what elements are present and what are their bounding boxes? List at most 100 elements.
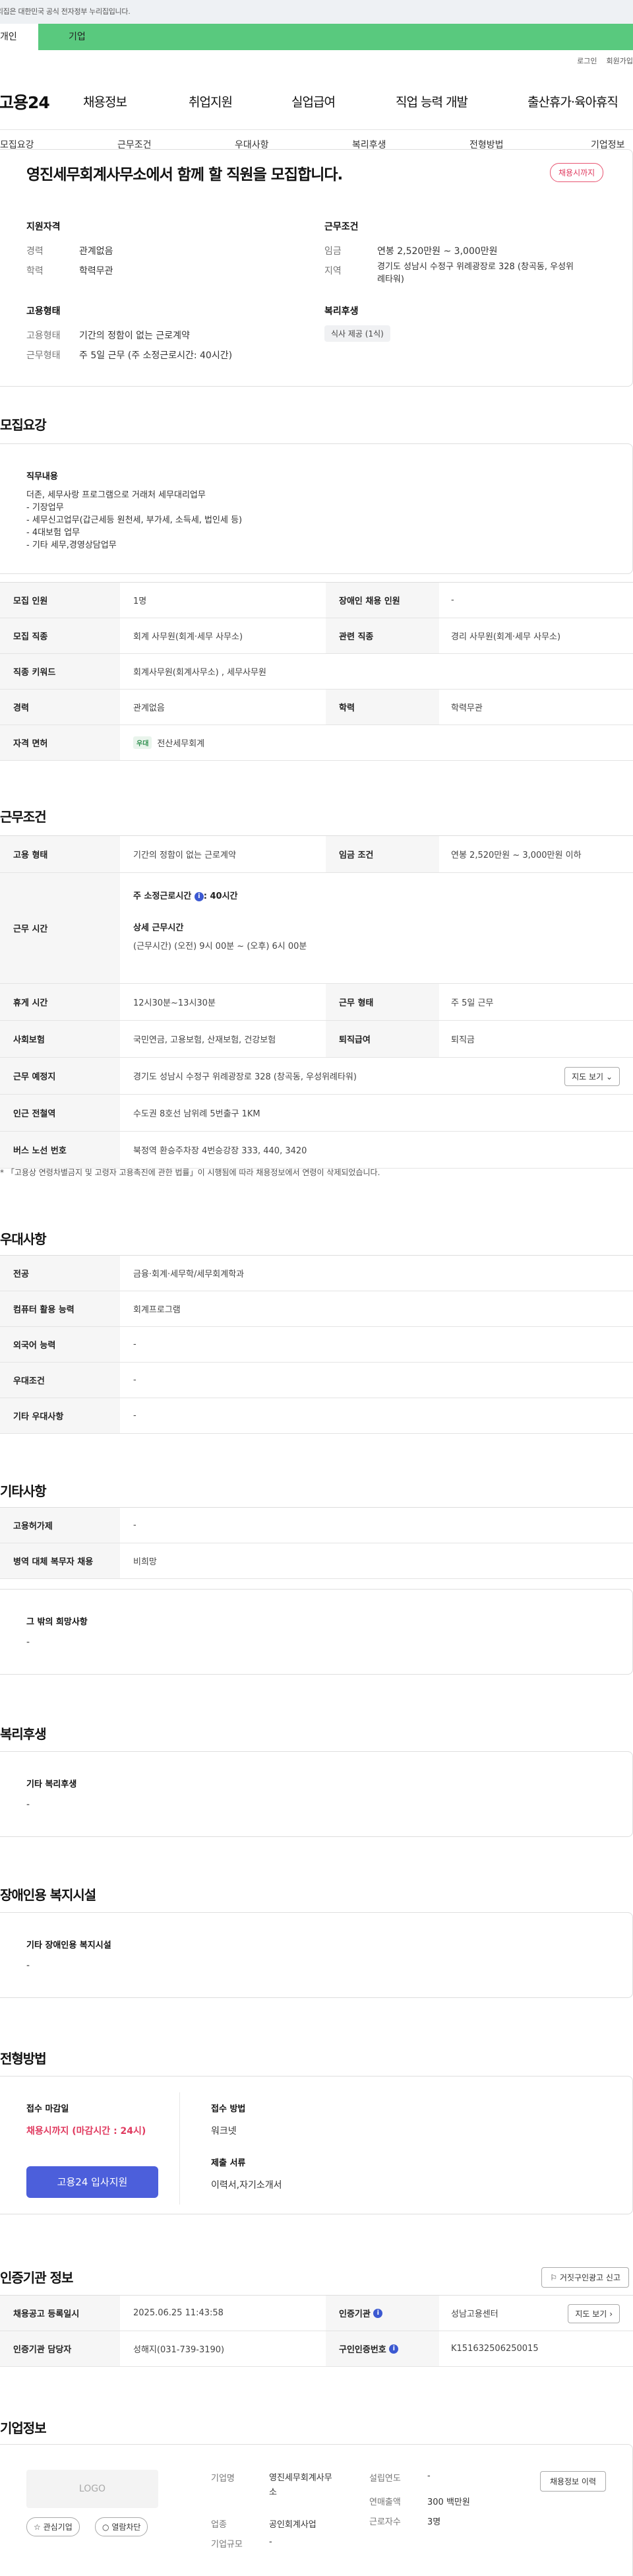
cert-map-button[interactable]: 지도 보기 › [568,2304,620,2323]
table-value: 2025.06.25 11:43:58 [133,2308,224,2318]
wage-value: 연봉 2,520만원 ~ 3,000만원 [377,246,498,257]
flag-icon: ⚐ [550,2273,558,2282]
work-key: 근무형태 [26,350,61,361]
table-row: 자격 면허 우대 전산세무회계 [0,725,633,761]
etc-title: 기타사항 [0,1483,47,1499]
apply-button[interactable]: 고용24 입사지원 [26,2166,158,2198]
detail-hours: (근무시간) (오전) 9시 00분 ~ (오후) 6시 00분 [133,942,307,951]
size-value: - [269,2537,272,2547]
fav-company-button[interactable]: ☆ 관심기업 [26,2517,80,2536]
table-row: 고용허가제 - [0,1508,633,1543]
disab-box-value: - [26,1960,30,1971]
qual-heading: 지원자격 [26,222,61,232]
deadline-heading: 접수 마감일 [26,2104,69,2114]
table-key: 퇴직급여 [326,1021,439,1057]
method-heading: 접수 방법 [211,2104,246,2114]
wish-value: - [26,1637,30,1648]
table-row: 채용공고 등록일시 2025.06.25 11:43:58 인증기관 i 성남고… [0,2296,633,2331]
table-key: 인증기관 담당자 [0,2331,120,2366]
table-row: 외국어 능력 - [0,1327,633,1363]
table-row: 직종 키워드 회계사무원(회계사무소) , 세무사무원 [0,654,633,690]
summary-card: 영진세무회계사무소에서 함께 할 직원을 모집합니다. 채용시까지 지원자격 경… [0,149,633,387]
cond-table: 고용 형태 기간의 정함이 없는 근로계약 임금 조건 연봉 2,520만원 ~… [0,835,633,1169]
exp-value: 관계없음 [79,246,113,257]
area-line1: 경기도 성남시 수정구 위례광장로 328 (창곡동, 우성위 [377,262,574,272]
table-key: 근무 형태 [326,984,439,1020]
table-row: 병역 대체 복무자 채용 비희망 [0,1543,633,1579]
exp-key: 경력 [26,246,44,257]
table-key: 외국어 능력 [0,1327,120,1362]
gnb-employment-support[interactable]: 취업지원 [189,92,233,110]
report-button-label: 거짓구인광고 신고 [559,2273,620,2282]
disab-title: 장애인용 복지시설 [0,1887,96,1903]
edu-value: 학력무관 [79,266,113,276]
area-key: 지역 [324,266,342,276]
info-icon[interactable]: i [389,2344,399,2354]
duty-line: - 기타 세무,경영상담업무 [26,540,117,550]
cert-map-button-label: 지도 보기 [575,2309,607,2319]
area-value: 경기도 성남시 수정구 위례광장로 328 (창곡동, 우성위 례타워) [377,259,574,284]
est-value: - [427,2471,431,2481]
login-link[interactable]: 로그인 [577,55,597,66]
signup-link[interactable]: 회원가입 [607,55,633,66]
table-key: 버스 노선 번호 [0,1132,120,1168]
table-key: 고용 형태 [0,836,120,872]
wage-key: 임금 [324,246,342,257]
method-value: 워크넷 [211,2126,237,2137]
table-row: 인증기관 담당자 성해지(031-739-3190) 구인인증번호 i K151… [0,2331,633,2367]
block-view-button[interactable]: ○ 열람차단 [95,2517,148,2536]
table-key: 채용공고 등록일시 [0,2296,120,2331]
emp-type-key: 고용형태 [26,331,61,341]
table-key: 인증기관 i [326,2296,439,2331]
info-icon[interactable]: i [373,2308,383,2318]
cert-table: 채용공고 등록일시 2025.06.25 11:43:58 인증기관 i 성남고… [0,2295,633,2367]
table-key: 관련 직종 [326,618,439,653]
table-key: 병역 대체 복무자 채용 [0,1543,120,1578]
table-row: 고용 형태 기간의 정함이 없는 근로계약 임금 조건 연봉 2,520만원 ~… [0,836,633,873]
duty-box: 직무내용 더존, 세무사랑 프로그램으로 거래처 세무대리업무 - 기장업무 -… [0,443,633,574]
pref-title: 우대사항 [0,1231,47,1247]
table-value: - [133,1375,136,1385]
table-row: 모집 직종 회계 사무원(회계·세무 사무소) 관련 직종 경리 사무원(회계·… [0,618,633,654]
company-title: 기업정보 [0,2420,47,2436]
gnb-vocational[interactable]: 직업 능력 개발 [396,92,468,110]
map-button[interactable]: 지도 보기 ⌄ [564,1067,620,1086]
license-value: 전산세무회계 [157,739,205,749]
info-icon[interactable]: i [194,891,204,901]
company-box: LOGO ☆ 관심기업 ○ 열람차단 기업명 영진세무회계사무 소 업종 공인회계… [0,2444,633,2576]
emp-heading: 고용형태 [26,306,61,317]
gnb-parental-leave[interactable]: 출산휴가·육아휴직 [528,92,618,110]
gnb-unemployment[interactable]: 실업급여 [291,92,336,110]
edu-key: 학력 [26,266,44,276]
star-icon: ☆ [34,2523,41,2532]
req-table: 모집 인원 1명 장애인 채용 인원 - 모집 직종 회계 사무원(회계·세무 … [0,582,633,761]
table-value: 성남고용센터 [451,2309,498,2319]
circle-icon: ○ [102,2523,109,2532]
job-history-button[interactable]: 채용정보 이력 [539,2471,606,2492]
report-button[interactable]: ⚐ 거짓구인광고 신고 [541,2267,629,2288]
wish-heading: 그 밖의 희망사항 [26,1617,88,1627]
divider [179,2092,180,2205]
wish-box: 그 밖의 희망사항 - [0,1589,633,1675]
table-key: 직종 키워드 [0,654,120,689]
tab-company[interactable]: 기업 [38,24,633,50]
emp-count-key: 근로자수 [369,2517,401,2527]
table-row: 기타 우대사항 - [0,1398,633,1434]
table-value: 경기도 성남시 수정구 위례광장로 328 (창곡동, 우성위례타워) [133,1072,357,1082]
table-value: 회계 사무원(회계·세무 사무소) [133,632,243,642]
welfare-heading: 복리후생 [324,306,359,317]
table-row: 휴게 시간 12시30분~13시30분 근무 형태 주 5일 근무 [0,984,633,1021]
table-row: 사회보험 국민연금, 고용보험, 산재보험, 건강보험 퇴직급여 퇴직금 [0,1021,633,1058]
table-row: 우대조건 - [0,1363,633,1398]
chevron-right-icon: › [609,2309,613,2319]
tab-personal[interactable]: 개인 [0,24,38,50]
table-key: 전공 [0,1256,120,1291]
gnb-jobs[interactable]: 채용정보 [83,92,127,110]
table-value: 비희망 [133,1557,157,1567]
deadline-badge: 채용시까지 [550,163,604,182]
welfare-box: 기타 복리후생 - [0,1751,633,1837]
company-name-key: 기업명 [211,2474,235,2484]
docs-heading: 제출 서류 [211,2158,246,2168]
sales-value: 300 백만원 [427,2497,470,2507]
site-logo[interactable]: 고용24 [0,90,73,113]
